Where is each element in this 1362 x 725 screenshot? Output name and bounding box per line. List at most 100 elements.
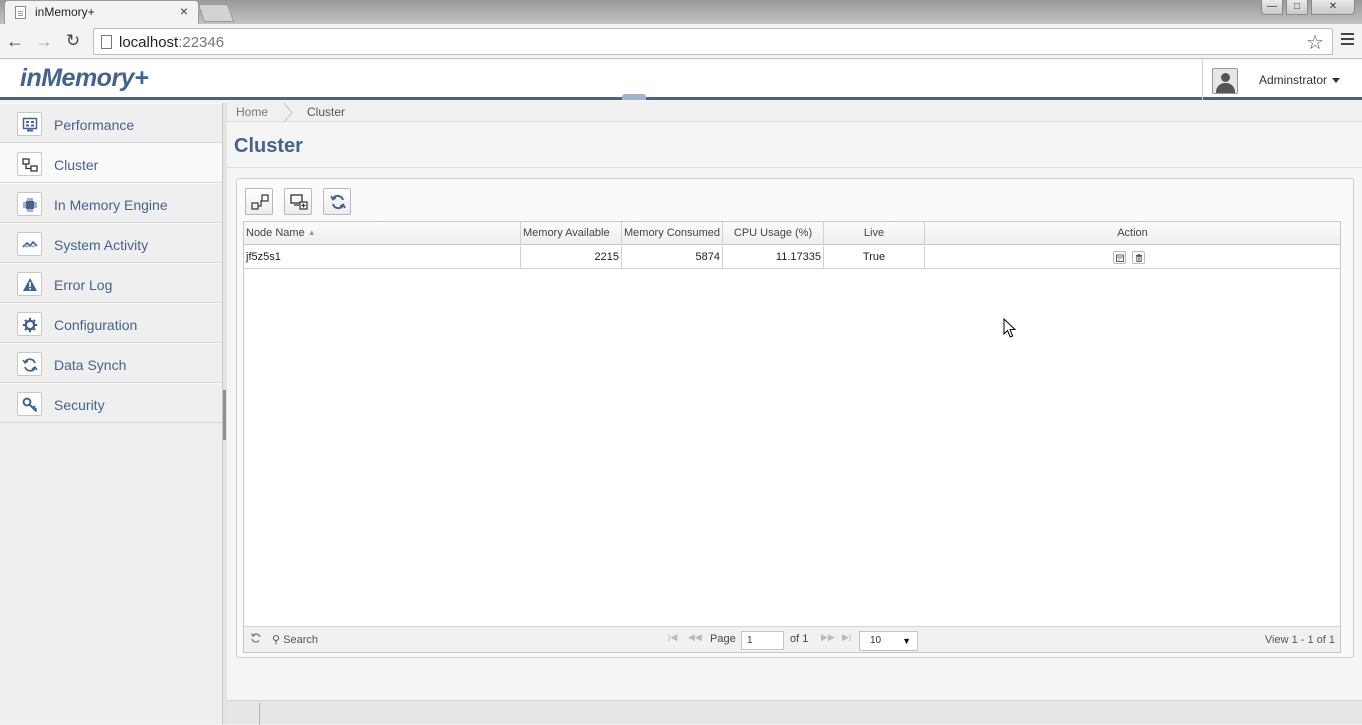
sidebar-item-cluster[interactable]: Cluster (0, 143, 222, 183)
browser-tab-title: inMemory+ (35, 5, 95, 19)
page-size-select[interactable]: 10 ▼ (859, 631, 918, 651)
avatar[interactable] (1212, 68, 1238, 94)
column-header-label: Memory Consumed (624, 227, 720, 239)
refresh-icon (330, 194, 346, 210)
browser-tab-strip: inMemory+ × — □ ✕ (0, 0, 1362, 24)
splitter-grip[interactable] (223, 390, 226, 440)
sidebar-item-configuration[interactable]: Configuration (0, 303, 222, 343)
breadcrumb-current: Cluster (307, 105, 346, 119)
last-page-icon[interactable]: ▶| (842, 632, 851, 643)
sidebar-item-error-log[interactable]: Error Log (0, 263, 222, 303)
column-header-label: Live (863, 227, 885, 239)
column-header-label: Memory Available (523, 227, 610, 239)
sidebar: Performance Cluster In Memory Engine Sys… (0, 103, 222, 724)
sidebar-item-security[interactable]: Security (0, 383, 222, 423)
next-page-icon[interactable]: ▶▶ (821, 632, 835, 643)
prev-page-icon[interactable]: ◀◀ (688, 632, 702, 643)
bottom-status-strip (227, 700, 1362, 725)
activity-icon (17, 232, 42, 256)
chip-icon (17, 192, 42, 216)
monitor-add-icon (290, 194, 308, 210)
forward-arrow-icon[interactable]: → (33, 29, 55, 53)
warning-icon (17, 272, 42, 296)
title-divider (227, 167, 1362, 168)
sidebar-item-label: Data Synch (54, 357, 127, 373)
tab-close-icon[interactable]: × (180, 3, 188, 19)
view-details-button[interactable] (1113, 251, 1126, 264)
add-server-button[interactable] (284, 188, 312, 215)
address-bar[interactable]: localhost:22346 ☆ (93, 28, 1333, 55)
sidebar-item-data-synch[interactable]: Data Synch (0, 343, 222, 383)
window-minimize-button[interactable]: — (1261, 0, 1283, 15)
cluster-panel: Node Name ▲ Memory Available Memory Consu… (236, 178, 1354, 658)
page-size-value: 10 (870, 635, 882, 646)
grid-pager: ⚲ Search |◀ ◀◀ Page of 1 ▶▶ ▶| 10 ▼ View … (244, 626, 1340, 652)
dropdown-arrow-icon: ▼ (902, 636, 911, 646)
breadcrumb-separator-icon (283, 103, 293, 122)
column-header-action: Action (925, 222, 1340, 245)
cluster-icon (17, 152, 42, 176)
sidebar-item-system-activity[interactable]: System Activity (0, 223, 222, 263)
column-header-live[interactable]: Live (824, 222, 925, 245)
sidebar-item-label: System Activity (54, 237, 149, 253)
reload-icon[interactable]: ↻ (62, 29, 84, 53)
browser-tab[interactable]: inMemory+ × (4, 0, 199, 24)
pager-refresh-icon[interactable] (250, 632, 262, 644)
chevron-down-icon[interactable] (1332, 78, 1340, 83)
header-divider (1202, 60, 1203, 100)
sidebar-item-performance[interactable]: Performance (0, 103, 222, 143)
sort-icon: ▲ (307, 228, 316, 237)
sidebar-item-in-memory-engine[interactable]: In Memory Engine (0, 183, 222, 223)
cell-cpu-usage: 11.17335 (723, 246, 824, 268)
page-number-input[interactable] (741, 631, 784, 650)
calendar-icon (1116, 254, 1124, 262)
pager-page-label: Page (710, 633, 736, 645)
add-node-button[interactable] (245, 188, 273, 215)
column-header-node-name[interactable]: Node Name ▲ (244, 222, 521, 245)
sidebar-item-label: Configuration (54, 317, 138, 333)
delete-node-button[interactable] (1132, 251, 1145, 264)
browser-toolbar: ← → ↻ localhost:22346 ☆ (0, 24, 1362, 59)
pager-of-label: of 1 (790, 633, 809, 645)
breadcrumb-home-link[interactable]: Home (236, 105, 268, 119)
url-host: localhost (119, 34, 179, 51)
pager-search-button[interactable]: ⚲ Search (272, 633, 318, 646)
sidebar-item-label: Cluster (54, 157, 99, 173)
user-menu[interactable]: Adminstrator (1259, 73, 1327, 87)
new-tab-button[interactable] (197, 4, 235, 22)
node-link-icon (251, 194, 269, 210)
app-header: inMemory+ Adminstrator (0, 60, 1362, 100)
refresh-button[interactable] (323, 188, 351, 215)
header-collapse-handle[interactable] (622, 94, 646, 100)
first-page-icon[interactable]: |◀ (668, 632, 677, 643)
key-icon (17, 392, 42, 416)
browser-menu-icon[interactable] (1341, 33, 1354, 49)
back-arrow-icon[interactable]: ← (4, 29, 26, 53)
bookmark-star-icon[interactable]: ☆ (1306, 30, 1324, 55)
cluster-grid: Node Name ▲ Memory Available Memory Consu… (243, 221, 1341, 653)
column-header-label: Node Name (246, 227, 305, 239)
column-header-cpu-usage[interactable]: CPU Usage (%) (723, 222, 824, 245)
mouse-cursor-icon (1003, 318, 1017, 338)
page-favicon-icon (15, 6, 26, 19)
performance-icon (17, 112, 42, 136)
grid-header: Node Name ▲ Memory Available Memory Consu… (244, 222, 1340, 245)
table-row[interactable]: jf5z5s1 2215 5874 11.17335 True (244, 246, 1340, 269)
pager-search-label: Search (283, 634, 318, 646)
window-maximize-button[interactable]: □ (1286, 0, 1308, 15)
sidebar-item-label: In Memory Engine (54, 197, 168, 213)
column-header-memory-consumed[interactable]: Memory Consumed (622, 222, 723, 245)
url-text: localhost:22346 (119, 34, 224, 51)
pager-view-text: View 1 - 1 of 1 (1264, 634, 1335, 646)
column-header-label: Action (1117, 227, 1148, 239)
url-port: :22346 (178, 34, 225, 51)
breadcrumb: Home Cluster (227, 103, 1362, 122)
cell-node-name: jf5z5s1 (244, 246, 521, 268)
search-icon: ⚲ (272, 634, 281, 646)
column-header-memory-available[interactable]: Memory Available (521, 222, 622, 245)
gear-icon (17, 312, 42, 336)
cell-memory-consumed: 5874 (622, 246, 723, 268)
page-title: Cluster (234, 135, 303, 157)
window-close-button[interactable]: ✕ (1311, 0, 1355, 15)
app-logo: inMemory+ (20, 64, 149, 92)
